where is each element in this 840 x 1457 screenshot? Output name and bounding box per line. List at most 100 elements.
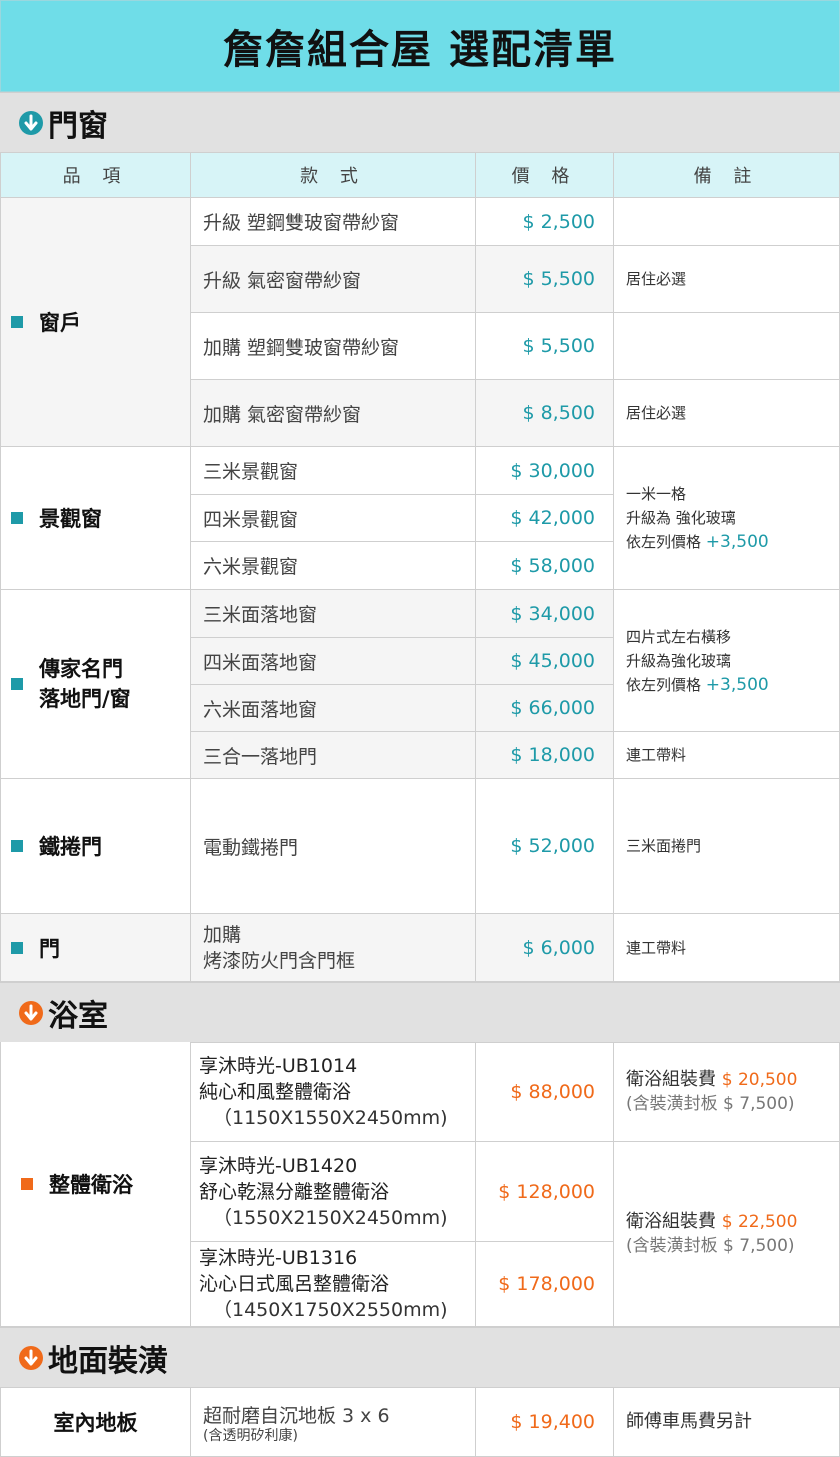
price-cell: $ 34,000 <box>476 590 614 638</box>
price-cell: $ 178,000 <box>476 1242 614 1327</box>
section-header-flooring: 地面裝潢 <box>0 1327 840 1387</box>
section-title: 浴室 <box>48 998 108 1034</box>
column-header-style: 款 式 <box>191 152 476 198</box>
bathroom-item: 享沐時光-UB1316 沁心日式風呂整體衛浴 （1450X1750X2550mm… <box>191 1242 476 1327</box>
category-label: 門 <box>39 936 60 961</box>
style-sub-line: (含透明矽利康) <box>203 1427 298 1444</box>
price-cell: $ 88,000 <box>476 1042 614 1142</box>
doors-windows-table: 品 項 款 式 價 格 備 註 窗戶 升級 塑鋼雙玻窗帶紗窗 $ 2,500 升… <box>0 152 840 982</box>
dimension-line: （1150X1550X2450mm) <box>213 1107 448 1129</box>
price-cell: $ 5,500 <box>476 313 614 380</box>
category-label: 景觀窗 <box>39 507 102 531</box>
style-cell: 升級 塑鋼雙玻窗帶紗窗 <box>191 198 476 246</box>
category-label: 傳家名門 <box>39 657 123 681</box>
note-extra-price: +3,500 <box>705 532 769 552</box>
category-bathroom: 整體衛浴 <box>0 1042 191 1327</box>
model-line: 舒心乾濕分離整體衛浴 <box>199 1180 390 1203</box>
note-cell: 連工帶料 <box>614 914 840 982</box>
category-label: 整體衛浴 <box>49 1173 133 1197</box>
note-label: 衛浴組裝費 <box>626 1211 716 1232</box>
category-door: 門 <box>0 914 191 982</box>
note-label: 衛浴組裝費 <box>626 1069 716 1090</box>
category-label: 落地門/窗 <box>39 687 131 711</box>
bathroom-table: 整體衛浴 享沐時光-UB1014 純心和風整體衛浴 （1150X1550X245… <box>0 1042 840 1327</box>
note-sub: (含裝潢封板 $ 7,500) <box>626 1236 795 1256</box>
style-cell: 升級 氣密窗帶紗窗 <box>191 246 476 313</box>
style-cell: 電動鐵捲門 <box>191 779 476 914</box>
style-cell-door: 加購 烤漆防火門含門框 <box>191 914 476 982</box>
price-cell: $ 45,000 <box>476 638 614 685</box>
price-cell: $ 58,000 <box>476 542 614 590</box>
note-extra-price: +3,500 <box>705 674 769 695</box>
price-cell: $ 19,400 <box>476 1387 614 1457</box>
category-view-windows: 景觀窗 <box>0 447 191 590</box>
flooring-table: 室內地板 超耐磨自沉地板 3 x 6 (含透明矽利康) $ 19,400 師傅車… <box>0 1387 840 1457</box>
note-cell: 連工帶料 <box>614 732 840 779</box>
note-line: 四片式左右橫移 <box>626 627 732 646</box>
note-line: 升級為強化玻璃 <box>626 651 732 670</box>
style-cell: 加購 塑鋼雙玻窗帶紗窗 <box>191 313 476 380</box>
category-label: 鐵捲門 <box>39 835 102 859</box>
note-cell: 師傅車馬費另計 <box>614 1387 840 1457</box>
price-cell: $ 66,000 <box>476 685 614 732</box>
column-header-price: 價 格 <box>476 152 614 198</box>
price-cell: $ 8,500 <box>476 380 614 447</box>
column-header-note: 備 註 <box>614 152 840 198</box>
style-cell: 加購 氣密窗帶紗窗 <box>191 380 476 447</box>
price-cell: $ 30,000 <box>476 447 614 495</box>
price-cell: $ 52,000 <box>476 779 614 914</box>
bullet-square-icon <box>11 840 23 852</box>
bullet-square-icon <box>11 678 23 690</box>
note-cell-heritage: 四片式左右橫移 升級為強化玻璃 依左列價格 +3,500 <box>614 590 840 732</box>
style-cell: 四米景觀窗 <box>191 495 476 542</box>
dimension-line: （1550X2150X2450mm) <box>213 1206 448 1229</box>
note-cell: 居住必選 <box>614 246 840 313</box>
down-arrow-circle-icon <box>18 110 44 136</box>
section-header-doors-windows: 門窗 <box>0 92 840 152</box>
section-header-bathroom: 浴室 <box>0 982 840 1042</box>
category-windows: 窗戶 <box>0 198 191 447</box>
bullet-square-icon <box>21 1178 33 1190</box>
section-title: 門窗 <box>48 108 108 144</box>
price-cell: $ 2,500 <box>476 198 614 246</box>
model-line: 純心和風整體衛浴 <box>199 1081 352 1103</box>
page-title-bar: 詹詹組合屋 選配清單 <box>0 0 840 92</box>
note-cell: 居住必選 <box>614 380 840 447</box>
style-line: 烤漆防火門含門框 <box>203 949 356 972</box>
category-heritage-doors: 傳家名門 落地門/窗 <box>0 590 191 779</box>
note-cell <box>614 198 840 246</box>
price-cell: $ 128,000 <box>476 1142 614 1242</box>
note-fee: $ 20,500 <box>721 1070 798 1090</box>
dimension-line: （1450X1750X2550mm) <box>213 1299 448 1321</box>
down-arrow-circle-icon <box>18 1345 44 1371</box>
note-cell-bath-2: 衛浴組裝費 $ 22,500 (含裝潢封板 $ 7,500) <box>614 1142 840 1327</box>
style-line: 超耐磨自沉地板 3 x 6 <box>203 1404 390 1427</box>
note-cell-view-windows: 一米一格 升級為 強化玻璃 依左列價格 +3,500 <box>614 447 840 590</box>
bathroom-item: 享沐時光-UB1014 純心和風整體衛浴 （1150X1550X2450mm) <box>191 1042 476 1142</box>
style-cell-flooring: 超耐磨自沉地板 3 x 6 (含透明矽利康) <box>191 1387 476 1457</box>
page-title: 詹詹組合屋 選配清單 <box>223 27 617 73</box>
style-cell: 三米面落地窗 <box>191 590 476 638</box>
column-header-item: 品 項 <box>0 152 191 198</box>
style-cell: 四米面落地窗 <box>191 638 476 685</box>
note-line: 依左列價格 <box>626 675 702 694</box>
note-cell <box>614 313 840 380</box>
style-cell: 六米面落地窗 <box>191 685 476 732</box>
model-line: 享沐時光-UB1316 <box>199 1247 358 1269</box>
model-line: 享沐時光-UB1014 <box>199 1055 358 1077</box>
section-title: 地面裝潢 <box>48 1343 168 1379</box>
price-cell: $ 6,000 <box>476 914 614 982</box>
price-cell: $ 18,000 <box>476 732 614 779</box>
note-line: 一米一格 <box>626 485 687 503</box>
style-line: 加購 <box>203 923 242 946</box>
down-arrow-circle-icon <box>18 1000 44 1026</box>
price-cell: $ 5,500 <box>476 246 614 313</box>
style-cell: 三米景觀窗 <box>191 447 476 495</box>
category-rolling-door: 鐵捲門 <box>0 779 191 914</box>
style-cell: 六米景觀窗 <box>191 542 476 590</box>
bullet-square-icon <box>11 941 23 954</box>
model-line: 沁心日式風呂整體衛浴 <box>199 1273 390 1295</box>
model-line: 享沐時光-UB1420 <box>199 1154 358 1177</box>
bullet-square-icon <box>11 316 23 328</box>
note-fee: $ 22,500 <box>721 1212 798 1232</box>
